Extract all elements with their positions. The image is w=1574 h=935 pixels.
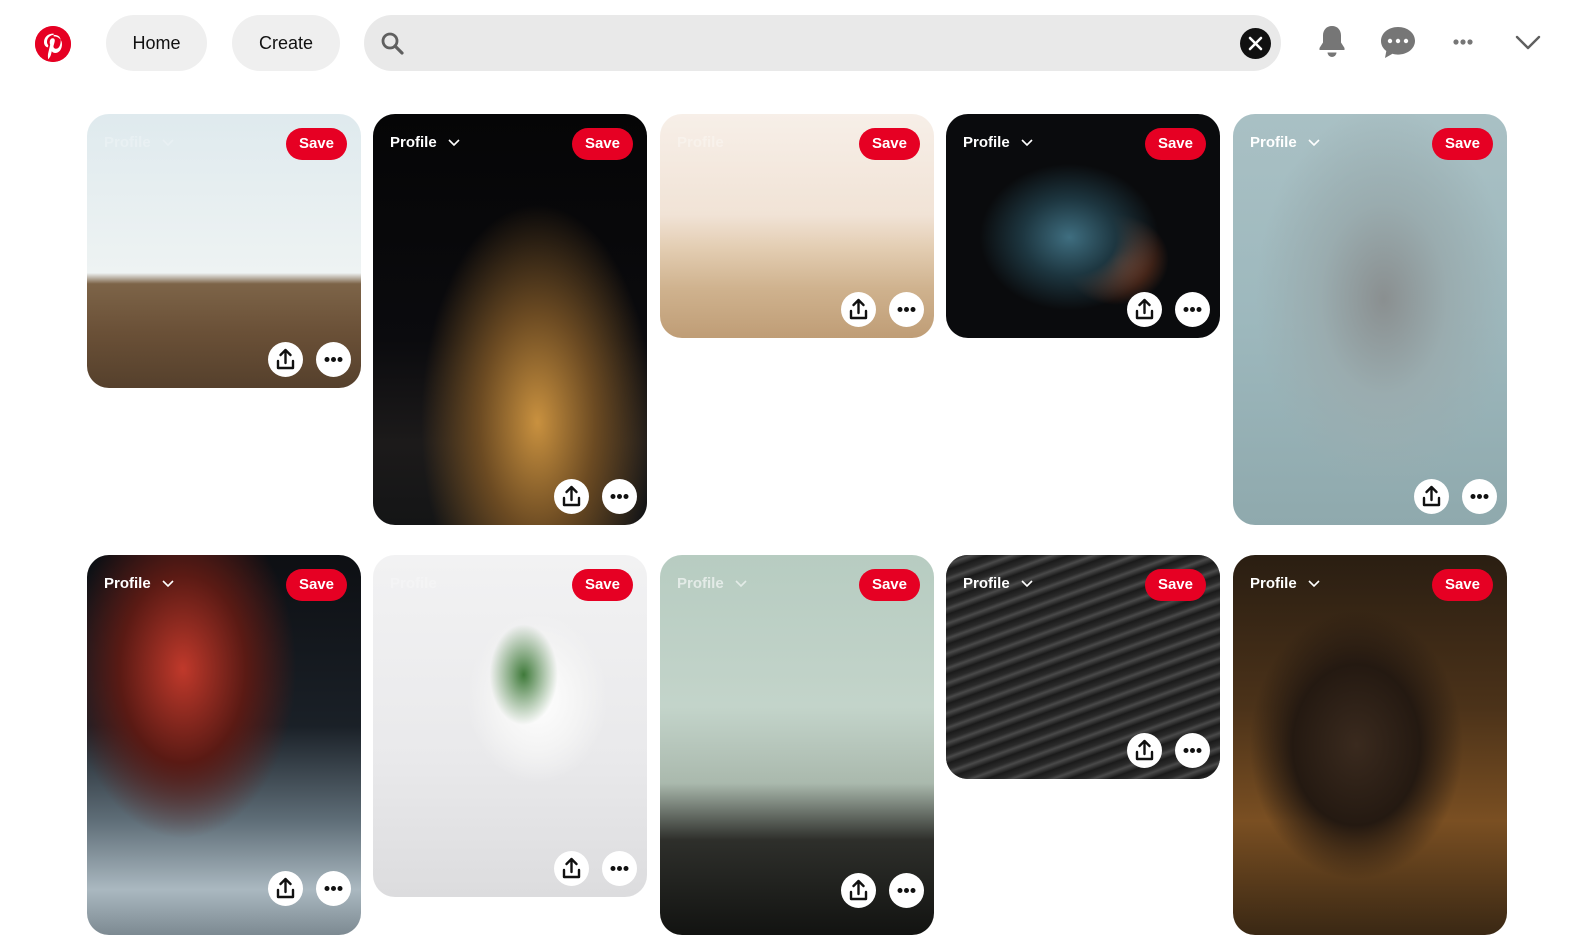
save-button[interactable]: Save [1144, 569, 1206, 601]
chevron-down-icon [1021, 138, 1033, 146]
save-button[interactable]: Save [571, 569, 633, 601]
save-button[interactable]: Save [571, 128, 633, 160]
save-button[interactable]: Save [858, 128, 920, 160]
chevron-down-icon [1021, 579, 1033, 587]
pinterest-logo-icon[interactable] [35, 26, 71, 62]
save-button[interactable]: Save [1144, 128, 1206, 160]
chevron-down-icon [1308, 579, 1320, 587]
pin-image[interactable] [373, 555, 647, 897]
pin-image[interactable] [1233, 555, 1507, 935]
pin-profile-selector[interactable]: Profile [104, 134, 175, 151]
pin-card[interactable]: Profile Save [373, 114, 647, 525]
search-input[interactable] [420, 25, 1224, 63]
search-icon [381, 32, 404, 55]
more-options-icon[interactable] [1443, 22, 1483, 62]
pin-profile-label: Profile [963, 134, 1010, 151]
more-options-icon[interactable] [1462, 479, 1497, 514]
pin-card[interactable]: Profile Save [373, 555, 647, 897]
pin-profile-selector[interactable]: Profile [677, 575, 748, 592]
top-navigation-bar: Home Create [0, 0, 1574, 88]
search-bar[interactable] [364, 15, 1281, 71]
save-button[interactable]: Save [285, 569, 347, 601]
pin-profile-label: Profile [677, 575, 724, 592]
pin-profile-label: Profile [104, 575, 151, 592]
pin-card[interactable]: Profile Save [660, 114, 934, 338]
more-options-icon[interactable] [602, 479, 637, 514]
pin-profile-selector[interactable]: Profile [104, 575, 175, 592]
pin-profile-selector[interactable]: Profile [963, 575, 1034, 592]
save-button[interactable]: Save [285, 128, 347, 160]
pin-card[interactable]: Profile Save [946, 555, 1220, 779]
share-icon[interactable] [554, 851, 589, 886]
pin-profile-label: Profile [1250, 134, 1297, 151]
pin-profile-selector[interactable]: Profile [1250, 134, 1321, 151]
chevron-down-icon [1308, 138, 1320, 146]
save-button[interactable]: Save [1431, 128, 1493, 160]
share-icon[interactable] [841, 292, 876, 327]
pin-profile-selector[interactable]: Profile [963, 134, 1034, 151]
chevron-down-icon [448, 138, 460, 146]
pin-image[interactable] [373, 114, 647, 525]
pin-profile-label: Profile [390, 575, 437, 592]
pin-profile-selector[interactable]: Profile [677, 134, 724, 151]
pin-profile-selector[interactable]: Profile [390, 575, 437, 592]
chevron-down-icon [162, 579, 174, 587]
create-button[interactable]: Create [232, 15, 340, 71]
account-chevron-icon[interactable] [1508, 22, 1548, 62]
more-options-icon[interactable] [316, 871, 351, 906]
pin-profile-label: Profile [677, 134, 724, 151]
clear-search-icon[interactable] [1240, 28, 1271, 59]
pin-card[interactable]: Profile Save [1233, 555, 1507, 935]
pin-card[interactable]: Profile Save [87, 555, 361, 935]
more-options-icon[interactable] [1175, 292, 1210, 327]
share-icon[interactable] [268, 342, 303, 377]
home-button[interactable]: Home [106, 15, 207, 71]
pin-card[interactable]: Profile Save [946, 114, 1220, 338]
pin-card[interactable]: Profile Save [1233, 114, 1507, 525]
more-options-icon[interactable] [889, 873, 924, 908]
pin-profile-label: Profile [1250, 575, 1297, 592]
more-options-icon[interactable] [1175, 733, 1210, 768]
pin-profile-selector[interactable]: Profile [390, 134, 461, 151]
share-icon[interactable] [1414, 479, 1449, 514]
pin-profile-selector[interactable]: Profile [1250, 575, 1321, 592]
more-options-icon[interactable] [889, 292, 924, 327]
pin-card[interactable]: Profile Save [660, 555, 934, 935]
share-icon[interactable] [1127, 292, 1162, 327]
chevron-down-icon [162, 138, 174, 146]
pin-profile-label: Profile [104, 134, 151, 151]
messages-icon[interactable] [1378, 22, 1418, 62]
save-button[interactable]: Save [858, 569, 920, 601]
share-icon[interactable] [841, 873, 876, 908]
share-icon[interactable] [1127, 733, 1162, 768]
share-icon[interactable] [268, 871, 303, 906]
notifications-bell-icon[interactable] [1312, 22, 1352, 62]
share-icon[interactable] [554, 479, 589, 514]
save-button[interactable]: Save [1431, 569, 1493, 601]
pin-profile-label: Profile [390, 134, 437, 151]
chevron-down-icon [735, 579, 747, 587]
more-options-icon[interactable] [602, 851, 637, 886]
pin-card[interactable]: Profile Save [87, 114, 361, 388]
pin-profile-label: Profile [963, 575, 1010, 592]
more-options-icon[interactable] [316, 342, 351, 377]
pin-image[interactable] [1233, 114, 1507, 525]
